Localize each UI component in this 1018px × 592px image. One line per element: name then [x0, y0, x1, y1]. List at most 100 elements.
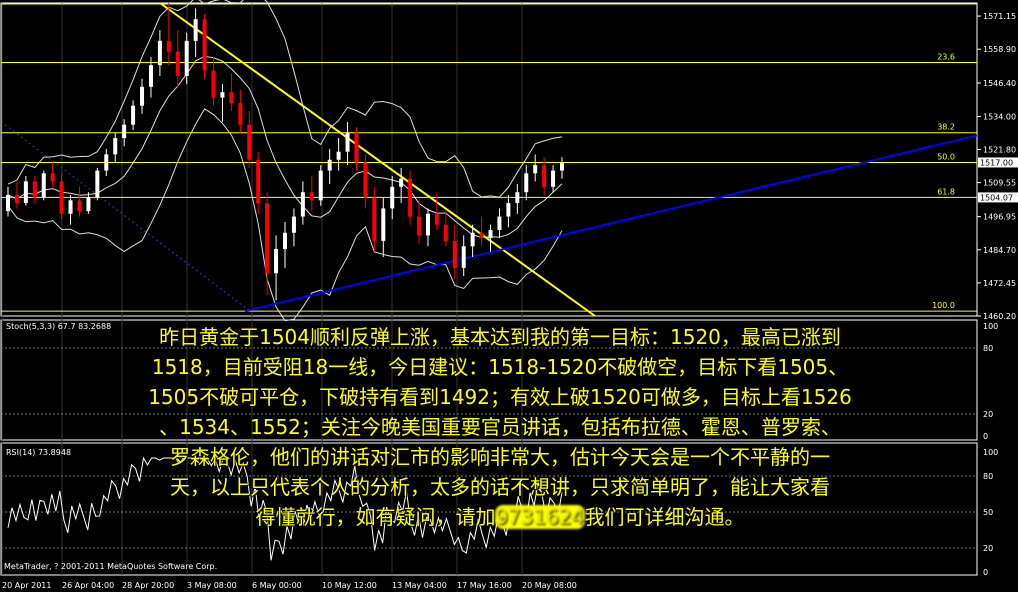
- candle-body: [229, 92, 234, 104]
- candle-body: [390, 186, 395, 209]
- price-tick-label: 1571.15: [983, 12, 1016, 21]
- candle-body: [140, 86, 145, 106]
- overlay-line-1: 昨日黄金于1504顺利反弹上涨，基本达到我的第一目标：1520，最高已涨到: [159, 325, 841, 349]
- price-tick-label: 1546.40: [983, 79, 1016, 88]
- dotted-channel-line: [4, 124, 251, 312]
- candle-body: [104, 154, 109, 171]
- price-tick-label: 1472.45: [983, 279, 1016, 288]
- fib-label: 38.2: [937, 123, 955, 132]
- rsi-tick-label: 0: [983, 568, 988, 577]
- candle-body: [95, 170, 100, 198]
- candle-body: [175, 51, 180, 76]
- candle-body: [488, 230, 493, 239]
- candle-body: [300, 192, 305, 217]
- candle-body: [551, 170, 556, 187]
- candle-body: [59, 181, 64, 214]
- overlay-line-7: 得懂就行，如有疑问，请加9731624我们可详细沟通。: [0, 502, 1000, 532]
- time-tick-label: 17 May 16:00: [457, 581, 512, 590]
- time-tick-label: 28 Apr 20:00: [122, 581, 174, 590]
- band-lower: [7, 108, 563, 322]
- candle-body: [41, 173, 46, 198]
- time-tick-label: 3 May 08:00: [187, 581, 237, 590]
- time-tick-label: 10 May 12:00: [322, 581, 377, 590]
- candle-body: [283, 232, 287, 249]
- candle-body: [157, 40, 162, 66]
- downtrend-line: [159, 2, 596, 317]
- bollinger-bands: [7, 0, 563, 322]
- candle-body: [381, 208, 386, 241]
- candle-body: [291, 216, 296, 233]
- candle-body: [533, 165, 538, 174]
- candle-body: [354, 132, 359, 163]
- candle-body: [434, 213, 439, 225]
- candle-body: [497, 216, 502, 231]
- candle-body: [193, 19, 198, 41]
- candle-body: [166, 40, 171, 52]
- current-price-tag: 1517.00: [980, 158, 1013, 167]
- candle-body: [247, 124, 252, 160]
- fib-label: 23.6: [937, 52, 955, 61]
- candle-body: [515, 192, 520, 204]
- candle-body: [184, 40, 189, 76]
- candle-body: [452, 240, 457, 268]
- overlay-line-4: 、1534、1552；关注今晚美国重要官员讲话，包括布拉德、霍恩、普罗索、: [159, 415, 841, 439]
- overlay-line-5: 罗森格伦，他们的讲话对汇市的影响非常大，估计今天会是一个不平静的一: [170, 445, 830, 469]
- candle-body: [274, 248, 279, 274]
- candle-body: [238, 103, 243, 125]
- candle-body: [6, 194, 10, 212]
- candle-body: [336, 151, 341, 160]
- candle-body: [86, 197, 91, 212]
- price-tick-label: 1558.90: [983, 45, 1016, 54]
- candle-body: [470, 232, 475, 247]
- overlay-line-7-before: 得懂就行，如有疑问，请加: [255, 505, 496, 529]
- time-tick-label: 20 May 08:00: [522, 581, 577, 590]
- candle-body: [122, 124, 127, 139]
- candle-body: [265, 203, 270, 274]
- candle-body: [309, 192, 314, 201]
- candle-body: [408, 178, 413, 217]
- candle-body: [77, 200, 82, 212]
- candle-body: [220, 92, 225, 98]
- overlay-line-3: 1505不破可平仓，下破持有看到1492；有效上破1520可做多，目标上看152…: [148, 385, 852, 409]
- time-tick-label: 20 Apr 2011: [2, 581, 51, 590]
- candle-body: [524, 173, 529, 193]
- support-price-tag: 1504.07: [980, 193, 1013, 202]
- candle-body: [202, 19, 207, 71]
- fib-label: 100.0: [932, 301, 955, 310]
- price-tick-label: 1521.80: [983, 145, 1016, 154]
- price-tick-label: 1496.95: [983, 213, 1016, 222]
- fibonacci-levels: 23.6 38.2 50.0 61.8 100.0: [1, 3, 977, 312]
- fib-label: 61.8: [937, 187, 955, 196]
- price-tick-label: 1534.00: [983, 113, 1016, 122]
- time-tick-label: 26 Apr 04:00: [62, 581, 114, 590]
- fib-label: 50.0: [937, 152, 955, 161]
- candle-body: [506, 203, 511, 217]
- candle-body: [14, 194, 19, 204]
- candle-body: [131, 105, 136, 125]
- copyright-text: MetaTrader, ? 2001-2011 MetaQuotes Softw…: [4, 562, 217, 571]
- rsi-tick-label: 20: [983, 544, 993, 553]
- candle-body: [345, 132, 350, 152]
- candle-body: [372, 197, 377, 241]
- candle-body: [560, 162, 564, 171]
- candle-body: [113, 138, 118, 155]
- band-middle: [7, 55, 563, 238]
- overlay-line-7-after: 我们可详细沟通。: [584, 505, 745, 529]
- time-tick-label: 6 May 00:00: [252, 581, 302, 590]
- candle-body: [148, 65, 153, 87]
- candle-body: [363, 162, 368, 198]
- candle-body: [327, 159, 332, 171]
- candle-body: [479, 232, 484, 239]
- price-tick-label: 1509.55: [983, 179, 1016, 188]
- candle-body: [461, 246, 466, 268]
- analysis-overlay-text: 昨日黄金于1504顺利反弹上涨，基本达到我的第一目标：1520，最高已涨到 15…: [0, 322, 1000, 532]
- candle-body: [425, 213, 430, 236]
- overlay-line-2: 1518，目前受阻18一线，今日建议：1518-1520不破做空，目标下看150…: [151, 355, 849, 379]
- candle-body: [417, 216, 422, 236]
- candle-body: [399, 178, 404, 187]
- price-axis: 1571.15 1558.90 1546.40 1534.00 1521.80 1509.…: [977, 12, 1018, 321]
- time-tick-label: 13 May 04:00: [392, 581, 447, 590]
- candle-body: [318, 170, 323, 201]
- price-panel-frame: [0, 2, 978, 317]
- trend-lines: [4, 2, 978, 317]
